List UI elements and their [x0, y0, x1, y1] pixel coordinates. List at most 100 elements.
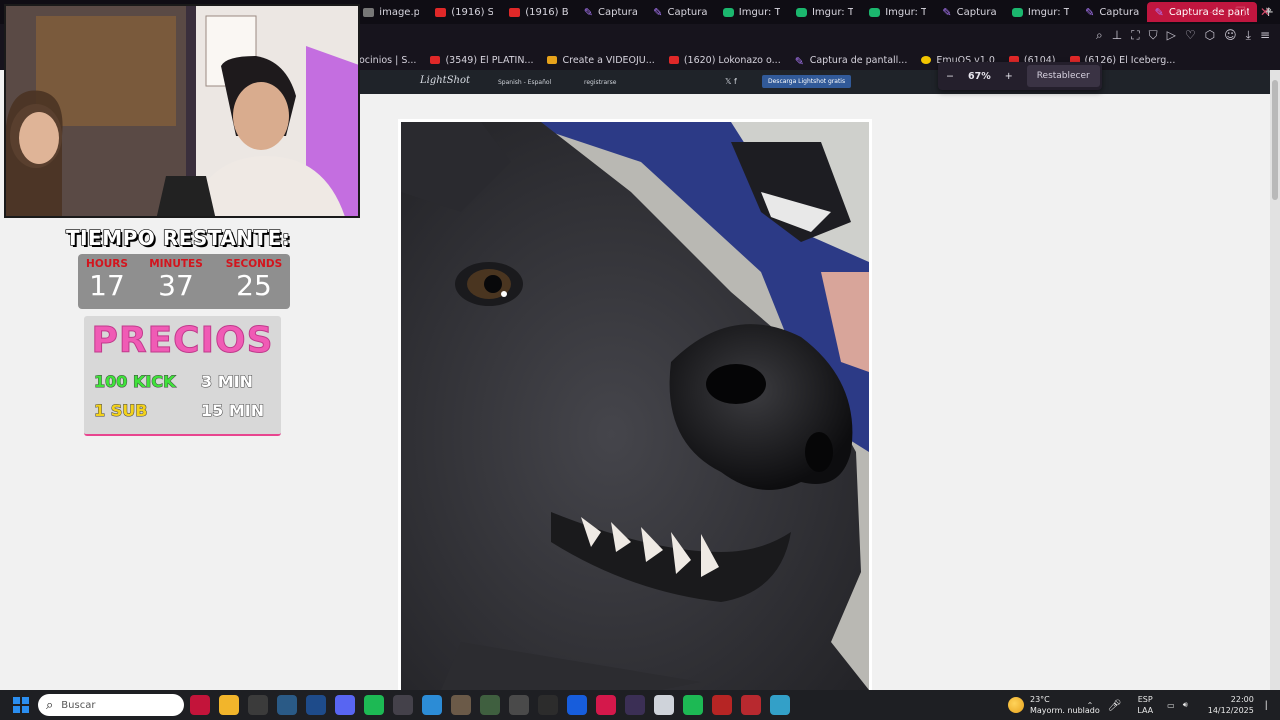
- clock-time: 22:00: [1230, 695, 1254, 704]
- tab-9[interactable]: Imgur: T: [1004, 2, 1077, 22]
- timer-minutes: MINUTES 37: [148, 258, 204, 302]
- app-icon-15[interactable]: [596, 695, 616, 715]
- game-icon-2[interactable]: [480, 695, 500, 715]
- zoom-popup: − 67% + Restablecer: [938, 62, 1102, 90]
- bookmark-label: Create a VIDEOJU...: [562, 54, 655, 66]
- shield-icon[interactable]: [741, 695, 761, 715]
- imgur-icon: [722, 7, 734, 17]
- bookmarks-more-icon[interactable]: »: [1265, 3, 1272, 16]
- bookmark-item[interactable]: ✎ Captura de pantall...: [788, 54, 915, 68]
- zoom-icon[interactable]: ⌕: [1096, 28, 1103, 43]
- spotify-icon-2[interactable]: [683, 695, 703, 715]
- tab-5[interactable]: Imgur: T: [715, 2, 788, 22]
- maximize-icon[interactable]: ❐: [1235, 5, 1246, 19]
- youtube-icon: [435, 7, 447, 17]
- volume-icon[interactable]: 🔊︎: [1183, 700, 1188, 710]
- download-button[interactable]: Descarga Lightshot gratis: [762, 75, 852, 88]
- shield-icon[interactable]: ⛉: [1149, 28, 1158, 43]
- clock[interactable]: 22:00 14/12/2025: [1208, 694, 1254, 716]
- windows-start-icon[interactable]: [13, 697, 29, 713]
- profile-icon[interactable]: ☺: [1224, 28, 1237, 43]
- globe-icon[interactable]: [770, 695, 790, 715]
- timer-title: TIEMPO RESTANTE:: [65, 225, 291, 250]
- obs-icon[interactable]: [654, 695, 674, 715]
- voicemeeter-icon[interactable]: [712, 695, 732, 715]
- language-selector[interactable]: Spanish - Español: [498, 79, 551, 86]
- prices-title: PRECIOS: [91, 320, 274, 362]
- bookmark-item[interactable]: ocinios | S...: [352, 55, 423, 66]
- zoom-reset-button[interactable]: Restablecer: [1026, 65, 1100, 87]
- tab-10[interactable]: ✎ Captura: [1077, 2, 1146, 22]
- file-explorer-icon[interactable]: [219, 695, 239, 715]
- social-icons[interactable]: 𝕏 f: [725, 77, 737, 86]
- prices-panel: PRECIOS 100 KICK 3 MIN 1 SUB 15 MIN: [84, 316, 281, 436]
- timer-seconds-value: 25: [236, 269, 272, 302]
- lang-code: ESP: [1137, 695, 1153, 704]
- dog-photo: [401, 122, 869, 690]
- game-icon-1[interactable]: [451, 695, 471, 715]
- language-indicator[interactable]: ESP LAA: [1137, 694, 1153, 716]
- tab-4[interactable]: ✎ Captura: [645, 2, 714, 22]
- lightshot-logo[interactable]: LightShot: [420, 75, 470, 86]
- bookmark-label: ocinios | S...: [359, 54, 417, 66]
- car-icon[interactable]: [509, 695, 529, 715]
- tab-2[interactable]: (1916) B: [501, 2, 576, 22]
- notification-icon[interactable]: ▏: [1266, 701, 1272, 710]
- tab-1[interactable]: (1916) S: [427, 2, 501, 22]
- notepad-icon[interactable]: [422, 695, 442, 715]
- menu-icon[interactable]: ≡: [1260, 28, 1270, 43]
- discord-icon[interactable]: [335, 695, 355, 715]
- imgur-icon: [795, 7, 807, 17]
- steam-icon[interactable]: [277, 695, 297, 715]
- tab-label: Imgur: T: [738, 6, 780, 18]
- scrollbar-thumb[interactable]: [1272, 80, 1278, 200]
- tab-7[interactable]: Imgur: T: [861, 2, 934, 22]
- tray-chevron-icon[interactable]: ⌃: [1087, 701, 1094, 710]
- opera-gx-icon[interactable]: [190, 695, 210, 715]
- app-icon-5[interactable]: [306, 695, 326, 715]
- tab-8[interactable]: ✎ Captura: [934, 2, 1003, 22]
- screenshot-image[interactable]: [401, 122, 869, 690]
- taskbar-search[interactable]: ⌕ Buscar: [38, 694, 184, 716]
- heart-icon[interactable]: ♡: [1185, 28, 1196, 43]
- tab-3[interactable]: ✎ Captura: [576, 2, 645, 22]
- bookmark-item[interactable]: (1620) Lokonazo o...: [662, 55, 788, 66]
- register-link[interactable]: registrarse: [584, 79, 616, 86]
- bitwarden-icon[interactable]: [567, 695, 587, 715]
- imgur-icon: [869, 7, 881, 17]
- microphone-icon[interactable]: 🎤︎: [1107, 699, 1121, 712]
- bookmark-label: (1620) Lokonazo o...: [683, 54, 781, 66]
- network-icon[interactable]: ▭: [1167, 701, 1175, 710]
- spotify-icon[interactable]: [364, 695, 384, 715]
- minimize-icon[interactable]: —: [1209, 5, 1221, 19]
- emu-icon: [921, 56, 932, 64]
- lightshot-icon: ✎: [794, 55, 804, 68]
- image-favicon: [363, 7, 375, 17]
- tab-label: image.p: [379, 6, 420, 18]
- zoom-in-button[interactable]: +: [1005, 71, 1013, 82]
- play-icon[interactable]: ▷: [1167, 28, 1176, 43]
- bookmark-item[interactable]: Create a VIDEOJU...: [540, 55, 661, 66]
- bookmark-item[interactable]: (3549) El PLATIN...: [423, 55, 540, 66]
- extensions-icon[interactable]: ⬡: [1205, 28, 1215, 43]
- search-icon[interactable]: ⌕: [1188, 5, 1195, 20]
- app-icon-16[interactable]: [625, 695, 645, 715]
- timer-seconds: SECONDS 25: [224, 258, 284, 302]
- search-placeholder: Buscar: [61, 699, 96, 711]
- app-icon-13[interactable]: [538, 695, 558, 715]
- download-icon[interactable]: ⤓: [1246, 28, 1251, 43]
- tab-0[interactable]: image.p: [355, 2, 427, 22]
- app-icon-8[interactable]: [393, 695, 413, 715]
- chrome-icon[interactable]: [248, 695, 268, 715]
- lightshot-icon: ✎: [653, 5, 663, 19]
- countdown-timer: HOURS 17 MINUTES 37 SECONDS 25: [78, 254, 290, 309]
- pin-icon[interactable]: ⊥: [1112, 28, 1122, 43]
- tab-label: Imgur: T: [811, 6, 854, 18]
- clock-date: 14/12/2025: [1207, 706, 1254, 715]
- page-scrollbar[interactable]: [1270, 70, 1280, 690]
- bookmark-label: Captura de pantall...: [809, 54, 908, 66]
- timer-minutes-value: 37: [158, 269, 194, 302]
- tab-6[interactable]: Imgur: T: [788, 2, 861, 22]
- zoom-out-button[interactable]: −: [946, 71, 954, 82]
- screenshot-icon[interactable]: ⛶: [1131, 28, 1139, 43]
